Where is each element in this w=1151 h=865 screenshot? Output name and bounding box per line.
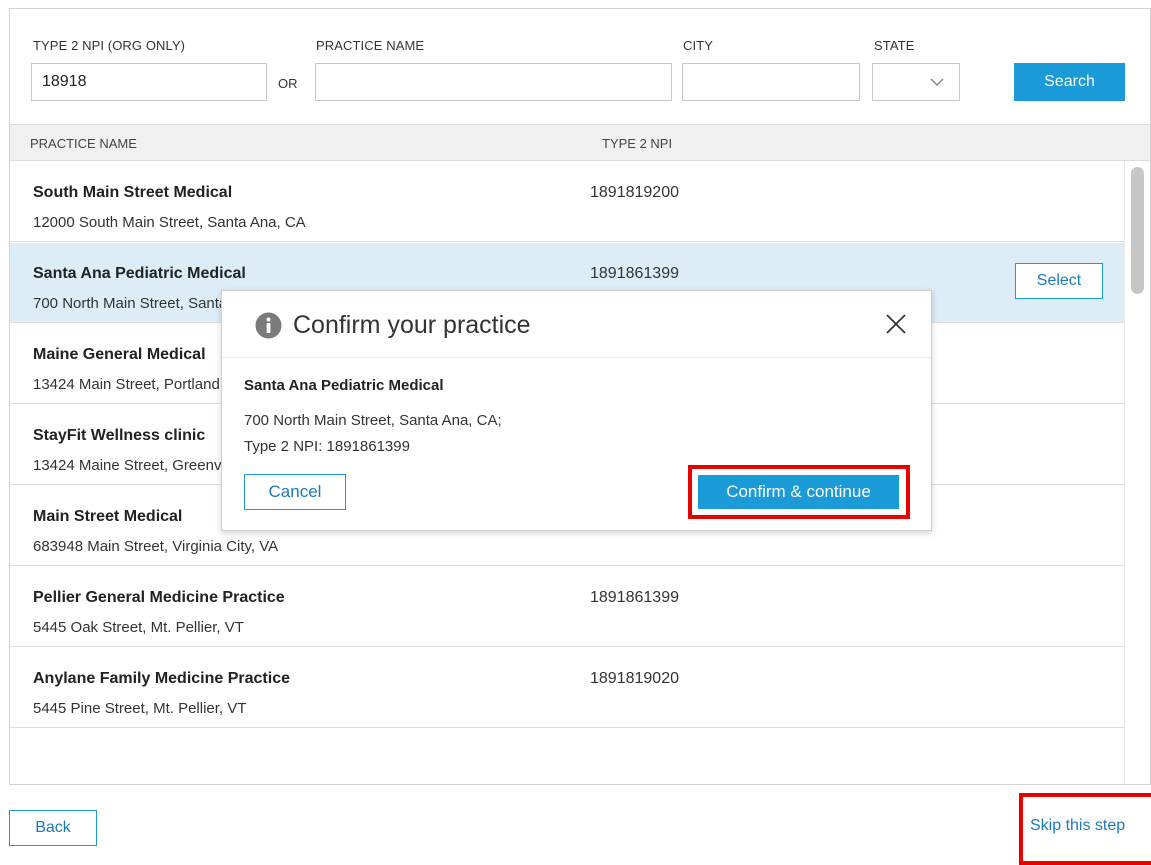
highlight-annotation-skip xyxy=(1019,793,1151,865)
npi-label: TYPE 2 NPI (ORG ONLY) xyxy=(33,38,186,53)
state-select[interactable] xyxy=(872,63,960,101)
row-address: 683948 Main Street, Virginia City, VA xyxy=(33,538,279,555)
row-address: 5445 Pine Street, Mt. Pellier, VT xyxy=(33,700,247,717)
dialog-title: Confirm your practice xyxy=(293,311,531,339)
row-practice-name: Santa Ana Pediatric Medical xyxy=(33,265,246,282)
results-table-header: PRACTICE NAME TYPE 2 NPI xyxy=(10,124,1150,161)
row-npi: 1891819200 xyxy=(590,184,679,201)
row-npi: 1891861399 xyxy=(590,589,679,606)
dialog-practice-name: Santa Ana Pediatric Medical xyxy=(244,377,444,394)
highlight-annotation-confirm xyxy=(688,465,910,519)
table-row[interactable]: Anylane Family Medicine Practice 5445 Pi… xyxy=(10,648,1124,728)
cancel-button[interactable]: Cancel xyxy=(244,474,346,510)
chevron-down-icon xyxy=(930,78,944,87)
close-icon[interactable] xyxy=(885,313,907,335)
back-button[interactable]: Back xyxy=(9,810,97,846)
search-button[interactable]: Search xyxy=(1014,63,1125,101)
confirm-practice-dialog: Confirm your practice Santa Ana Pediatri… xyxy=(221,290,932,531)
table-row[interactable]: South Main Street Medical 12000 South Ma… xyxy=(10,162,1124,242)
practice-name-label: PRACTICE NAME xyxy=(316,38,425,53)
scrollbar-thumb[interactable] xyxy=(1131,167,1144,294)
row-practice-name: StayFit Wellness clinic xyxy=(33,427,206,444)
city-label: CITY xyxy=(683,38,714,53)
or-label: OR xyxy=(278,76,298,91)
dialog-npi: Type 2 NPI: 1891861399 xyxy=(244,438,410,455)
practice-name-input[interactable] xyxy=(315,63,672,101)
npi-column-header: TYPE 2 NPI xyxy=(602,136,673,151)
dialog-header: Confirm your practice xyxy=(222,291,931,357)
row-npi: 1891819020 xyxy=(590,670,679,687)
row-practice-name: Maine General Medical xyxy=(33,346,206,363)
row-npi: 1891861399 xyxy=(590,265,679,282)
table-row[interactable]: Pellier General Medicine Practice 5445 O… xyxy=(10,567,1124,647)
row-address: 13424 Main Street, Portland, ME xyxy=(33,376,251,393)
npi-input[interactable] xyxy=(31,63,267,101)
row-address: 12000 South Main Street, Santa Ana, CA xyxy=(33,214,306,231)
row-address: 5445 Oak Street, Mt. Pellier, VT xyxy=(33,619,244,636)
row-practice-name: Anylane Family Medicine Practice xyxy=(33,670,290,687)
dialog-address: 700 North Main Street, Santa Ana, CA; xyxy=(244,412,502,429)
info-icon xyxy=(255,312,282,339)
state-label: STATE xyxy=(874,38,915,53)
row-practice-name: South Main Street Medical xyxy=(33,184,233,201)
row-practice-name: Pellier General Medicine Practice xyxy=(33,589,285,606)
select-button[interactable]: Select xyxy=(1015,263,1103,299)
city-input[interactable] xyxy=(682,63,860,101)
practice-name-column-header: PRACTICE NAME xyxy=(30,136,137,151)
dialog-body: Santa Ana Pediatric Medical 700 North Ma… xyxy=(222,357,931,530)
row-practice-name: Main Street Medical xyxy=(33,508,183,525)
results-scrollbar[interactable] xyxy=(1124,161,1150,784)
